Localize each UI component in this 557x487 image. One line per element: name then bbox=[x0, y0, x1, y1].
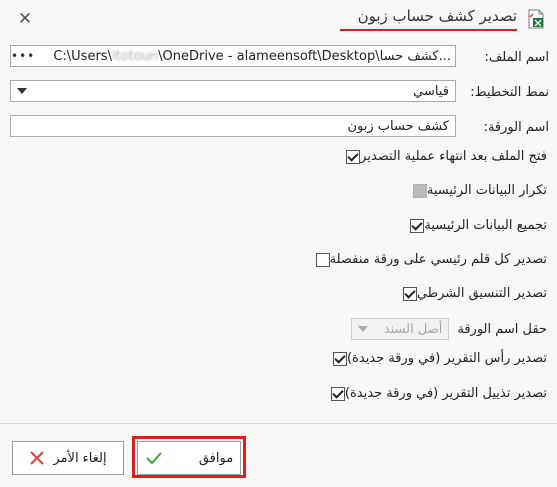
browse-button[interactable]: ••• bbox=[11, 49, 35, 63]
option-label: تكرار البيانات الرئيسية bbox=[426, 183, 547, 198]
excel-export-icon bbox=[528, 9, 544, 29]
close-icon: ✕ bbox=[17, 9, 33, 29]
chevron-down-icon bbox=[358, 326, 369, 332]
checkmark-icon bbox=[146, 452, 162, 465]
option-label: تصدير كل قلم رئيسي على ورقة منفصلة bbox=[329, 252, 547, 267]
checkbox[interactable] bbox=[330, 386, 345, 401]
sheet-name-field-value: أصل السند bbox=[383, 321, 443, 337]
redacted-username: itotoun bbox=[111, 48, 159, 64]
option-separate-sheets[interactable]: تصدير كل قلم رئيسي على ورقة منفصلة bbox=[308, 252, 547, 267]
sheet-name-label: اسم الورقة: bbox=[483, 120, 549, 135]
dialog-title: تصدير كشف حساب زبون bbox=[357, 7, 517, 25]
chevron-down-icon bbox=[17, 88, 27, 94]
option-export-report-footer[interactable]: تصدير تذييل التقرير (في ورقة جديدة) bbox=[323, 386, 547, 401]
option-label: تجميع البيانات الرئيسية bbox=[424, 218, 547, 233]
x-icon bbox=[30, 451, 45, 465]
close-button[interactable]: ✕ bbox=[14, 8, 36, 30]
sheet-name-value: كشف حساب زبون bbox=[347, 118, 450, 134]
checkbox[interactable] bbox=[315, 252, 330, 267]
file-name-label: اسم الملف: bbox=[484, 50, 549, 65]
footer-divider bbox=[0, 423, 557, 424]
file-path-field[interactable]: ••• C:\Users\itotoun\OneDrive - alameens… bbox=[10, 45, 456, 67]
checkbox[interactable] bbox=[346, 149, 361, 164]
option-label: تصدير رأس التقرير (في ورقة جديدة) bbox=[346, 351, 547, 366]
option-open-after-export[interactable]: فتح الملف بعد انتهاء عملية التصدير bbox=[338, 149, 547, 164]
ok-label: موافق bbox=[198, 450, 234, 466]
option-label: تصدير التنسيق الشرطي bbox=[416, 286, 547, 301]
layout-label: نمط التخطيط: bbox=[470, 85, 549, 100]
option-label: فتح الملف بعد انتهاء عملية التصدير bbox=[360, 149, 547, 164]
ok-button[interactable]: موافق bbox=[137, 441, 241, 475]
option-conditional-formatting[interactable]: تصدير التنسيق الشرطي bbox=[395, 286, 547, 301]
checkbox[interactable] bbox=[402, 286, 417, 301]
option-label: تصدير تذييل التقرير (في ورقة جديدة) bbox=[344, 386, 547, 401]
sheet-name-field-row: حقل اسم الورقة أصل السند bbox=[351, 318, 547, 340]
layout-value: قياسي bbox=[413, 83, 449, 99]
title-underline bbox=[340, 29, 517, 31]
sheet-name-field-label: حقل اسم الورقة bbox=[457, 321, 547, 337]
file-path-value: C:\Users\itotoun\OneDrive - alameensoft\… bbox=[35, 49, 455, 64]
file-path-prefix: C:\Users\ bbox=[53, 48, 112, 64]
option-export-report-header[interactable]: تصدير رأس التقرير (في ورقة جديدة) bbox=[325, 351, 547, 366]
checkbox[interactable] bbox=[332, 351, 347, 366]
layout-select[interactable]: قياسي bbox=[10, 80, 456, 102]
option-group-master-data[interactable]: تجميع البيانات الرئيسية bbox=[402, 218, 547, 233]
file-path-suffix: \OneDrive - alameensoft\Desktop\كشف حسا.… bbox=[158, 48, 451, 64]
checkbox bbox=[412, 183, 427, 198]
option-repeat-master-data[interactable]: تكرار البيانات الرئيسية bbox=[405, 183, 547, 198]
checkbox[interactable] bbox=[410, 218, 425, 233]
cancel-label: إلغاء الأمر bbox=[53, 450, 107, 466]
sheet-name-field-select[interactable]: أصل السند bbox=[351, 318, 450, 340]
cancel-button[interactable]: إلغاء الأمر bbox=[12, 441, 124, 475]
sheet-name-input[interactable]: كشف حساب زبون bbox=[10, 115, 456, 137]
